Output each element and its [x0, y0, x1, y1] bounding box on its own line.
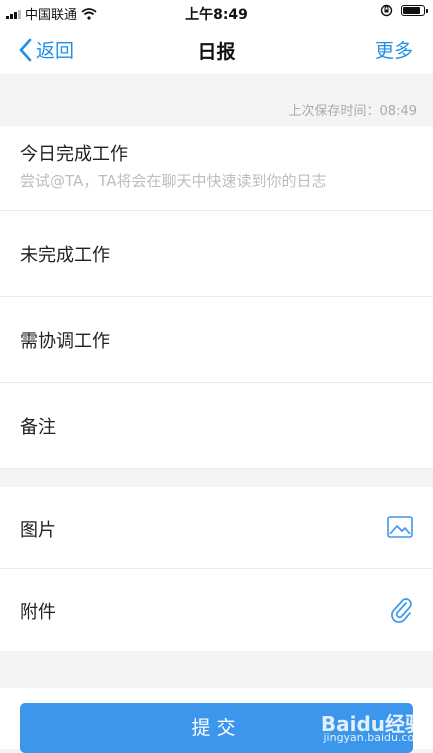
- status-bar: 中国联通 上午8:49: [0, 0, 433, 24]
- watermark-url: jingyan.baidu.com: [323, 731, 425, 744]
- file-row[interactable]: 附件: [0, 569, 433, 651]
- image-icon[interactable]: [387, 515, 413, 539]
- file-label: 附件: [20, 602, 56, 623]
- battery-fill: [403, 7, 420, 14]
- battery-icon: [401, 5, 428, 16]
- remark-field[interactable]: 备注: [0, 383, 433, 469]
- status-right: [380, 4, 428, 17]
- attachments-section: 图片 附件: [0, 487, 433, 651]
- nav-bar: 返回 日报 更多: [0, 24, 433, 74]
- remark-label: 备注: [20, 417, 56, 438]
- coordinate-field[interactable]: 需协调工作: [0, 297, 433, 383]
- paperclip-icon[interactable]: [389, 595, 413, 623]
- last-saved-time: 上次保存时间：08:49: [288, 104, 417, 119]
- image-row[interactable]: 图片: [0, 487, 433, 569]
- unfinished-label: 未完成工作: [20, 245, 110, 266]
- coordinate-label: 需协调工作: [20, 331, 110, 352]
- today-done-label: 今日完成工作: [20, 144, 128, 165]
- watermark: Baidu经验 jingyan.baidu.com: [320, 712, 425, 745]
- submit-label: 提交: [191, 717, 242, 739]
- page-title: 日报: [197, 41, 236, 63]
- orientation-lock-icon: [380, 4, 393, 17]
- watermark-brand: Baidu经验: [320, 712, 425, 736]
- more-button[interactable]: 更多: [375, 36, 413, 63]
- report-form: 今日完成工作 尝试@TA，TA将会在聊天中快速读到你的日志 未完成工作 需协调工…: [0, 126, 433, 469]
- unfinished-field[interactable]: 未完成工作: [0, 211, 433, 297]
- today-done-placeholder: 尝试@TA，TA将会在聊天中快速读到你的日志: [20, 172, 327, 190]
- status-time: 上午8:49: [185, 7, 248, 23]
- today-done-field[interactable]: 今日完成工作 尝试@TA，TA将会在聊天中快速读到你的日志: [0, 126, 433, 211]
- image-label: 图片: [20, 520, 56, 541]
